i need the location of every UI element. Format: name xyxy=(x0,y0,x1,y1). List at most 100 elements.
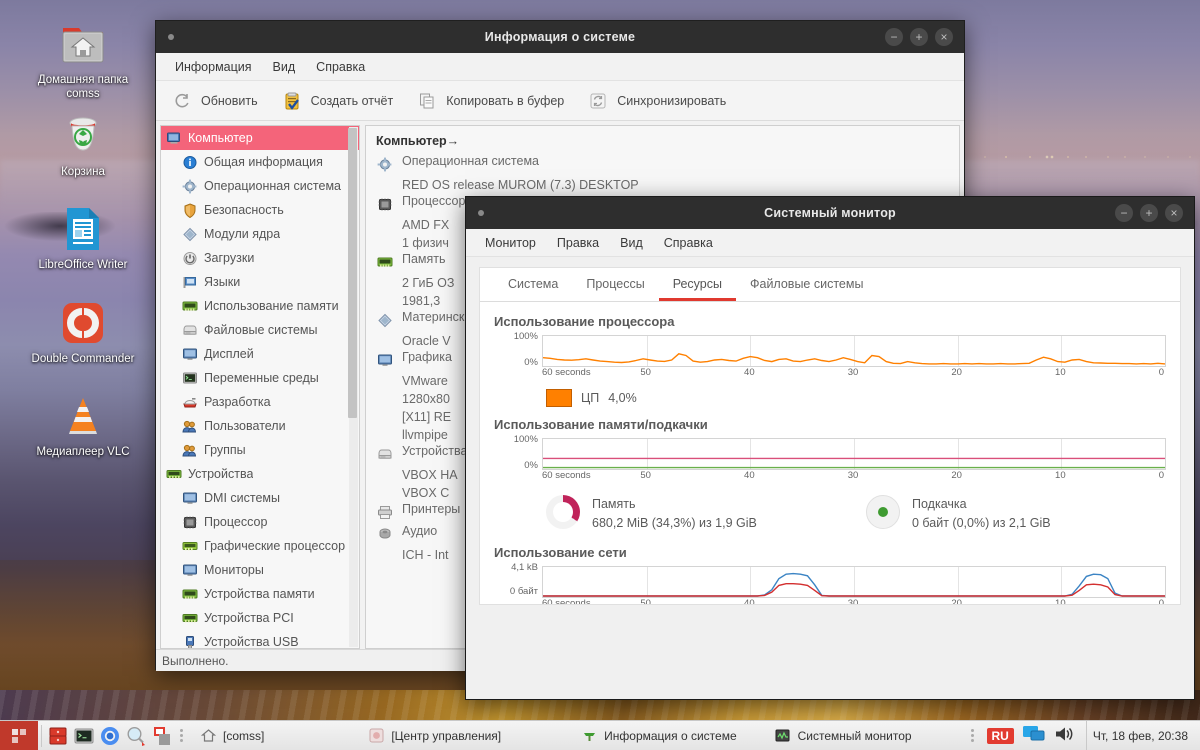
memory-icon xyxy=(181,586,198,602)
tree-item-11[interactable]: Разработка xyxy=(161,390,359,414)
launcher-app[interactable] xyxy=(149,723,175,749)
tab-0[interactable]: Система xyxy=(494,271,572,301)
x-tick-label: 40 xyxy=(744,598,755,605)
tree-item-9[interactable]: Дисплей xyxy=(161,342,359,366)
tree-item-3[interactable]: Безопасность xyxy=(161,198,359,222)
menu-spravka[interactable]: Справка xyxy=(307,57,374,77)
maximize-button[interactable]: + xyxy=(910,28,928,46)
info-group-name: Память xyxy=(402,252,446,266)
volume-icon[interactable] xyxy=(1054,725,1074,746)
tree-item-15[interactable]: DMI системы xyxy=(161,486,359,510)
task-label: [comss] xyxy=(223,728,265,743)
refresh-button[interactable]: Обновить xyxy=(164,87,274,115)
mem-ytick-bottom: 0% xyxy=(524,460,538,471)
net-ytick-bottom: 0 байт xyxy=(509,586,538,597)
cpu-legend-label: ЦП xyxy=(581,391,600,405)
keyboard-layout-indicator[interactable]: RU xyxy=(986,727,1014,744)
tree-item-label: DMI системы xyxy=(204,491,280,505)
task-control-center[interactable]: [Центр управления] xyxy=(356,723,513,749)
maximize-button[interactable]: + xyxy=(1140,204,1158,222)
tree-item-16[interactable]: Процессор xyxy=(161,510,359,534)
tree-item-label: Устройства xyxy=(188,467,254,481)
tree-item-20[interactable]: Устройства PCI xyxy=(161,606,359,630)
close-button[interactable]: × xyxy=(935,28,953,46)
tree-scrollbar-track[interactable] xyxy=(348,127,358,647)
tree-item-0[interactable]: Компьютер xyxy=(161,126,359,150)
task-system-info[interactable]: Информация о системе xyxy=(569,723,748,749)
clock[interactable]: Чт, 18 фев, 20:38 xyxy=(1085,720,1190,750)
menu-monitor[interactable]: Монитор xyxy=(476,233,545,253)
monitor-window-titlebar[interactable]: Системный монитор − + × xyxy=(466,197,1194,229)
tree-item-6[interactable]: Языки xyxy=(161,270,359,294)
menu-spravka[interactable]: Справка xyxy=(655,233,722,253)
divider xyxy=(41,724,42,747)
double-commander-icon xyxy=(8,297,158,349)
info-menubar[interactable]: Информация Вид Справка xyxy=(156,53,964,81)
launcher-file-manager[interactable] xyxy=(45,723,71,749)
tab-3[interactable]: Файловые системы xyxy=(736,271,877,301)
application-menu-button[interactable] xyxy=(0,720,38,750)
gpu-icon xyxy=(181,538,198,554)
tree-item-17[interactable]: Графические процессор xyxy=(161,534,359,558)
tree-item-21[interactable]: Устройства USB xyxy=(161,630,359,648)
computer-icon xyxy=(165,130,182,146)
desktop-icon-vlc[interactable]: Медиаплеер VLC xyxy=(8,390,158,459)
system-tray[interactable]: RU Чт, 18 фев, 20:38 xyxy=(966,720,1200,750)
info-window-titlebar[interactable]: Информация о системе − + × xyxy=(156,21,964,53)
tree-item-14[interactable]: Устройства xyxy=(161,462,359,486)
launcher-terminal[interactable] xyxy=(71,723,97,749)
create-report-label: Создать отчёт xyxy=(310,93,394,108)
sync-icon xyxy=(588,91,608,111)
menu-informaciya[interactable]: Информация xyxy=(166,57,261,77)
tree-item-12[interactable]: Пользователи xyxy=(161,414,359,438)
copy-buffer-button[interactable]: Копировать в буфер xyxy=(409,87,580,115)
tree-item-2[interactable]: Операционная система xyxy=(161,174,359,198)
tab-1[interactable]: Процессы xyxy=(572,271,658,301)
tree-item-19[interactable]: Устройства памяти xyxy=(161,582,359,606)
task-system-monitor[interactable]: Системный монитор xyxy=(763,723,924,749)
power-icon xyxy=(181,250,198,266)
tree-item-5[interactable]: Загрузки xyxy=(161,246,359,270)
tree-item-18[interactable]: Мониторы xyxy=(161,558,359,582)
desktop-icon-home-folder[interactable]: Домашняя папка comss xyxy=(8,18,158,101)
tray-handle[interactable] xyxy=(966,729,979,742)
monitor-menubar[interactable]: Монитор Правка Вид Справка xyxy=(466,229,1194,257)
menu-vid[interactable]: Вид xyxy=(611,233,652,253)
desktop-icon-double-commander[interactable]: Double Commander xyxy=(8,297,158,366)
kde-menu-icon xyxy=(12,728,26,743)
tab-2[interactable]: Ресурсы xyxy=(658,271,736,301)
cpu-ytick-top: 100% xyxy=(513,331,538,342)
audio-icon xyxy=(376,525,394,543)
monitor-tabs[interactable]: Система Процессы Ресурсы Файловые системы xyxy=(480,268,1180,302)
network-y-axis: 4,1 kB 0 байт xyxy=(494,562,542,598)
info-group-name: Принтеры xyxy=(402,502,461,516)
sync-button[interactable]: Синхронизировать xyxy=(580,87,742,115)
info-tree[interactable]: Компьютер Общая информация Операционная си… xyxy=(160,125,360,649)
x-tick-label: 50 xyxy=(640,367,651,378)
tree-item-4[interactable]: Модули ядра xyxy=(161,222,359,246)
tree-item-8[interactable]: Файловые системы xyxy=(161,318,359,342)
tree-item-13[interactable]: Группы xyxy=(161,438,359,462)
menu-vid[interactable]: Вид xyxy=(264,57,305,77)
taskbar[interactable]: [comss] [Центр управления] Информация о … xyxy=(0,720,1200,750)
tree-scrollbar-thumb[interactable] xyxy=(348,128,357,418)
desktop-icon-libreoffice-writer[interactable]: LibreOffice Writer xyxy=(8,203,158,272)
system-monitor-window[interactable]: Системный монитор − + × Монитор Правка В… xyxy=(465,196,1195,700)
network-icon[interactable] xyxy=(1022,724,1046,747)
create-report-button[interactable]: Создать отчёт xyxy=(274,87,410,115)
menu-pravka[interactable]: Правка xyxy=(548,233,608,253)
minimize-button[interactable]: − xyxy=(885,28,903,46)
desktop-icon-trash[interactable]: Корзина xyxy=(8,110,158,179)
task-comss[interactable]: [comss] xyxy=(188,723,276,749)
launcher-handle[interactable] xyxy=(175,729,188,742)
tree-item-label: Компьютер xyxy=(188,131,253,145)
tree-item-7[interactable]: Использование памяти xyxy=(161,294,359,318)
launcher-search[interactable] xyxy=(123,723,149,749)
tree-item-1[interactable]: Общая информация xyxy=(161,150,359,174)
copy-icon xyxy=(417,91,437,111)
launcher-chromium[interactable] xyxy=(97,723,123,749)
tree-item-10[interactable]: Переменные среды xyxy=(161,366,359,390)
info-group-name: Операционная система xyxy=(402,154,540,168)
minimize-button[interactable]: − xyxy=(1115,204,1133,222)
close-button[interactable]: × xyxy=(1165,204,1183,222)
